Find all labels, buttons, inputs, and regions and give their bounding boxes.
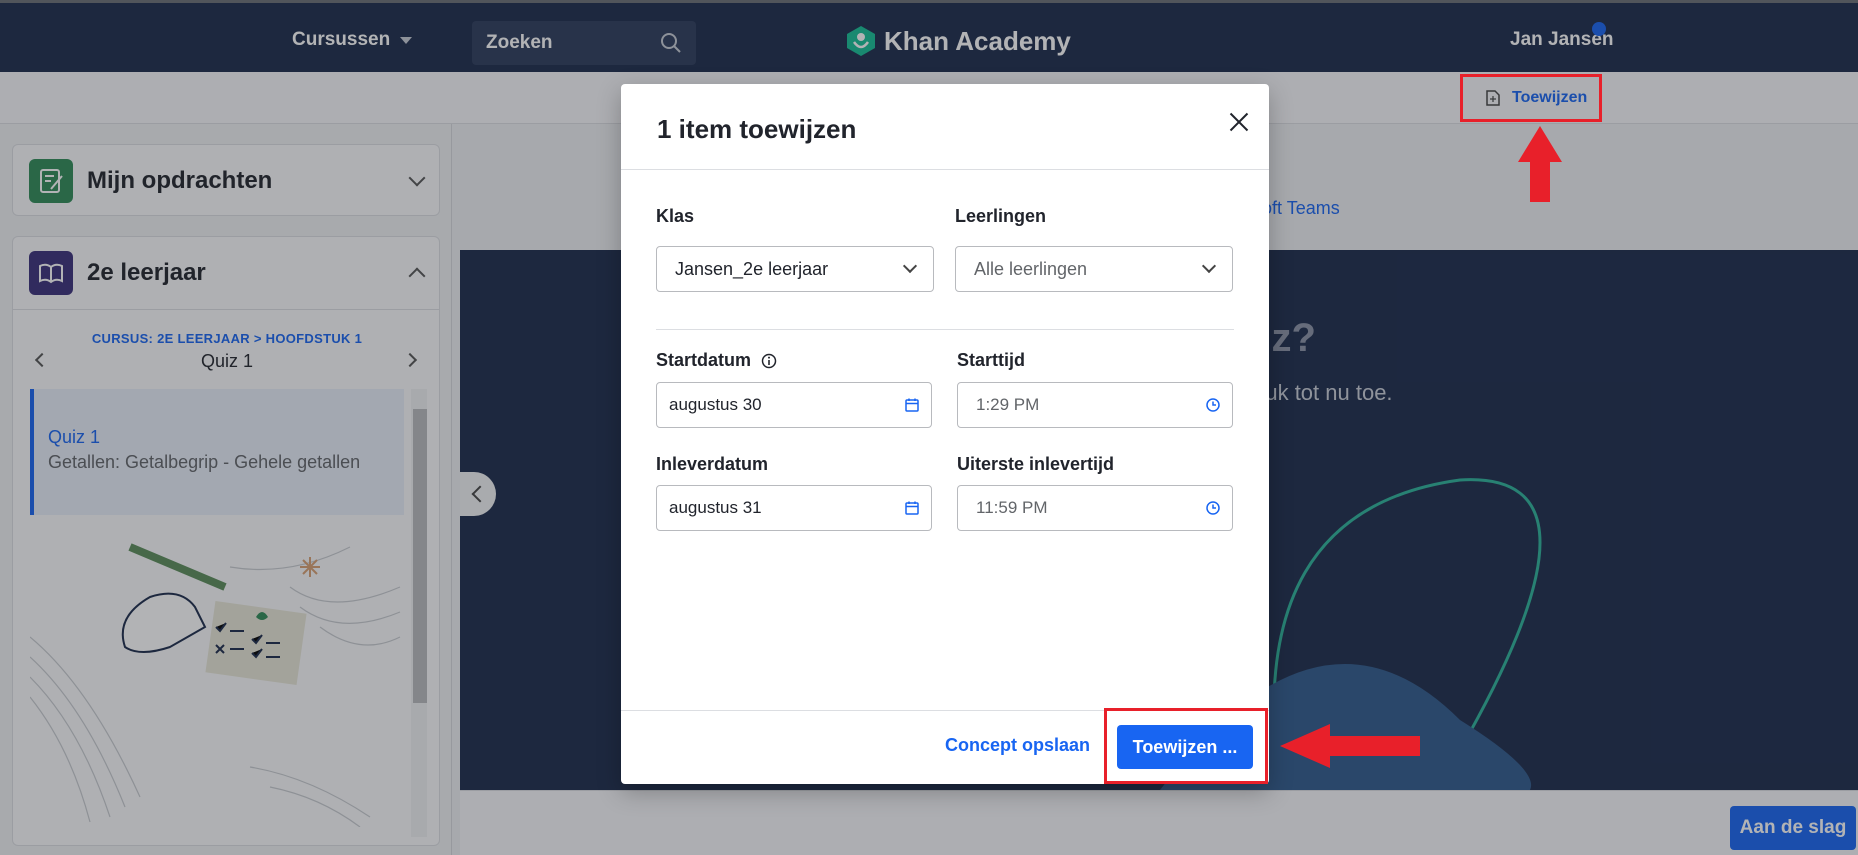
students-label: Leerlingen [955,206,1046,227]
info-icon[interactable] [761,353,777,369]
due-time-field[interactable]: 11:59 PM [957,485,1233,531]
save-draft-button[interactable]: Concept opslaan [945,735,1090,756]
due-time-label: Uiterste inlevertijd [957,454,1114,475]
due-date-value: augustus 31 [669,498,762,517]
class-select[interactable]: Jansen_2e leerjaar [656,246,934,292]
chevron-down-icon [902,258,918,274]
students-select-value: Alle leerlingen [974,258,1088,279]
arrow-up-icon [1518,126,1562,202]
class-label: Klas [656,206,694,227]
students-select[interactable]: Alle leerlingen [955,246,1233,292]
class-label-text: Klas [656,206,695,226]
due-time-label-text: Uiterste inlevertijd [957,454,1115,474]
start-time-label: Starttijd [957,350,1025,371]
due-date-field[interactable]: augustus 31 [656,485,932,531]
calendar-icon[interactable] [905,501,919,515]
start-date-field[interactable]: augustus 30 [656,382,932,428]
start-date-label-text: Startdatum [656,350,752,370]
start-date-label: Startdatum [656,350,777,371]
clock-icon[interactable] [1206,398,1220,412]
close-icon[interactable] [1221,104,1257,140]
chevron-down-icon [1201,258,1217,274]
divider [656,329,1234,330]
clock-icon[interactable] [1206,501,1220,515]
start-time-field[interactable]: 1:29 PM [957,382,1233,428]
modal-header: 1 item toewijzen [621,84,1269,170]
assign-modal: 1 item toewijzen Klas Jansen_2e leerjaar… [621,84,1269,784]
start-date-value: augustus 30 [669,395,762,414]
highlight-box [1460,74,1602,122]
class-select-value: Jansen_2e leerjaar [675,258,829,279]
due-date-label: Inleverdatum [656,454,768,475]
due-time-value: 11:59 PM [976,498,1048,517]
students-label-text: Leerlingen [955,206,1047,226]
modal-title: 1 item toewijzen [657,114,857,144]
arrow-left-icon [1280,724,1420,768]
start-time-value: 1:29 PM [976,395,1040,414]
highlight-box [1104,708,1268,784]
start-time-label-text: Starttijd [957,350,1026,370]
calendar-icon[interactable] [905,398,919,412]
due-date-label-text: Inleverdatum [656,454,769,474]
